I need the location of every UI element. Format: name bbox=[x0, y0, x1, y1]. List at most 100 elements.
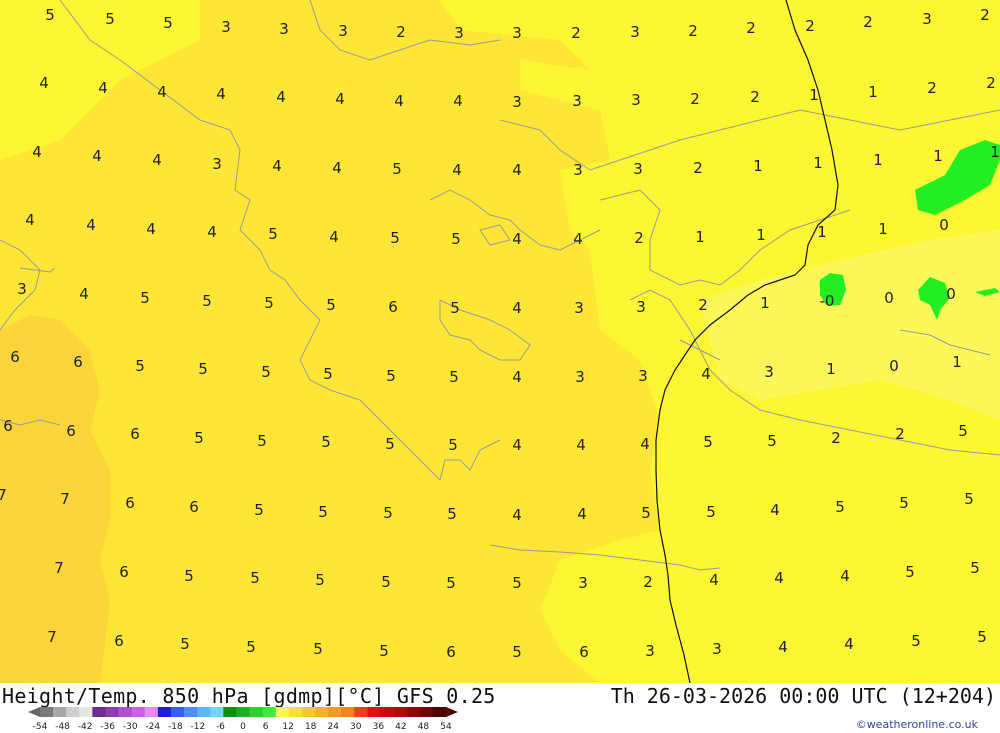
temperature-value: 3 bbox=[578, 574, 588, 592]
temperature-value: 4 bbox=[335, 90, 345, 108]
credit-link[interactable]: ©weatheronline.co.uk bbox=[856, 718, 978, 731]
legend-swatch bbox=[210, 707, 224, 717]
temperature-value: 5 bbox=[899, 494, 909, 512]
temperature-value: 1 bbox=[868, 83, 878, 101]
temperature-value: 4 bbox=[276, 88, 286, 106]
legend-swatch bbox=[275, 707, 290, 717]
temperature-value: 5 bbox=[381, 573, 391, 591]
color-scale-legend: -54 -48 -42 -36 -30 -24 -18 -12 -6 0 6 12 18 24 30 36 42… bbox=[28, 707, 458, 732]
temperature-value: 3 bbox=[631, 91, 641, 109]
legend-swatch bbox=[144, 707, 159, 717]
temperature-value: 4 bbox=[216, 85, 226, 103]
temperature-value: 4 bbox=[512, 230, 522, 248]
temperature-value: 6 bbox=[10, 348, 20, 366]
temperature-value: 2 bbox=[750, 88, 760, 106]
temperature-value: 5 bbox=[703, 433, 713, 451]
legend-tick-label: -42 bbox=[78, 722, 93, 732]
temperature-value: 5 bbox=[390, 229, 400, 247]
temperature-value: 4 bbox=[512, 299, 522, 317]
temperature-value: 4 bbox=[39, 74, 49, 92]
temperature-value: 5 bbox=[512, 574, 522, 592]
temperature-value: 3 bbox=[633, 160, 643, 178]
temperature-value: 4 bbox=[98, 79, 108, 97]
legend-swatch bbox=[170, 707, 185, 717]
legend-tick-label: 24 bbox=[327, 722, 339, 732]
temperature-value: 3 bbox=[573, 161, 583, 179]
temperature-value: 5 bbox=[318, 503, 328, 521]
temperature-value: 2 bbox=[396, 23, 406, 41]
temperature-map[interactable]: 5 5 5 3 3 3 2 3 3 2 3 2 2 2 2 3 2 4 4 4 4 4 4 4 4 3 3 3 2 2 1 1 2 2 4 4 4 3 4 4… bbox=[0, 0, 1000, 683]
temperature-value: 4 bbox=[146, 220, 156, 238]
temperature-value: 1 bbox=[756, 226, 766, 244]
temperature-value: 5 bbox=[964, 490, 974, 508]
temperature-value: 4 bbox=[152, 151, 162, 169]
temperature-value: 3 bbox=[454, 24, 464, 42]
legend-swatch bbox=[380, 707, 395, 717]
temperature-value: 4 bbox=[640, 435, 650, 453]
legend-swatch bbox=[288, 707, 303, 717]
temperature-value: 2 bbox=[980, 6, 990, 24]
temperature-value: 5 bbox=[105, 10, 115, 28]
temperature-value: 5 bbox=[512, 643, 522, 661]
legend-swatch bbox=[262, 707, 277, 717]
temperature-value: 5 bbox=[246, 638, 256, 656]
legend-swatch bbox=[118, 707, 133, 717]
temperature-value: 4 bbox=[770, 501, 780, 519]
temperature-value: 5 bbox=[451, 230, 461, 248]
temperature-value: 5 bbox=[194, 429, 204, 447]
temperature-value: 3 bbox=[575, 368, 585, 386]
temperature-value: 3 bbox=[638, 367, 648, 385]
temperature-value: 2 bbox=[571, 24, 581, 42]
temperature-value: 6 bbox=[446, 643, 456, 661]
legend-swatch bbox=[354, 707, 368, 717]
temperature-value: 5 bbox=[446, 574, 456, 592]
temperature-value: 5 bbox=[135, 357, 145, 375]
temperature-value: 4 bbox=[573, 230, 583, 248]
temperature-value: 5 bbox=[268, 225, 278, 243]
temperature-value: 4 bbox=[512, 161, 522, 179]
temperature-value: 5 bbox=[257, 432, 267, 450]
temperature-value: 0 bbox=[884, 289, 894, 307]
temperature-value: 5 bbox=[326, 296, 336, 314]
temperature-value: 5 bbox=[767, 432, 777, 450]
temperature-value: 5 bbox=[641, 504, 651, 522]
temperature-value: 1 bbox=[760, 294, 770, 312]
temperature-value: 1 bbox=[952, 353, 962, 371]
temperature-value: 3 bbox=[630, 23, 640, 41]
legend-tick-label: 42 bbox=[395, 722, 406, 732]
legend-tick-label: -12 bbox=[191, 722, 206, 732]
temperature-value: 0 bbox=[946, 285, 956, 303]
legend-swatch bbox=[40, 707, 54, 717]
temperature-value: 6 bbox=[73, 353, 83, 371]
temperature-value: 4 bbox=[577, 505, 587, 523]
temperature-value: -0 bbox=[820, 292, 835, 310]
temperature-value: 5 bbox=[163, 14, 173, 32]
temperature-value: 2 bbox=[643, 573, 653, 591]
temperature-value: 2 bbox=[863, 13, 873, 31]
legend-swatch bbox=[66, 707, 80, 717]
temperature-value: 3 bbox=[712, 640, 722, 658]
temperature-value: 4 bbox=[452, 161, 462, 179]
temperature-value: 6 bbox=[189, 498, 199, 516]
temperature-value: 3 bbox=[572, 92, 582, 110]
temperature-value: 4 bbox=[774, 569, 784, 587]
forecast-datetime: Th 26-03-2026 00:00 UTC (12+204) bbox=[610, 684, 996, 708]
temperature-value: 6 bbox=[66, 422, 76, 440]
legend-swatch bbox=[197, 707, 211, 717]
temperature-value: 5 bbox=[977, 628, 987, 646]
temperature-value: 2 bbox=[690, 90, 700, 108]
temperature-value: 4 bbox=[840, 567, 850, 585]
temperature-value: 5 bbox=[261, 363, 271, 381]
temperature-value: 5 bbox=[140, 289, 150, 307]
temperature-value: 4 bbox=[709, 571, 719, 589]
temperature-value: 4 bbox=[778, 638, 788, 656]
temperature-value: 5 bbox=[385, 435, 395, 453]
temperature-value: 4 bbox=[576, 436, 586, 454]
legend-swatch bbox=[184, 707, 198, 717]
legend-swatch bbox=[223, 707, 237, 717]
temperature-value: 5 bbox=[264, 294, 274, 312]
temperature-value: 1 bbox=[753, 157, 763, 175]
legend-tick-label: -48 bbox=[55, 722, 70, 732]
legend-swatch bbox=[393, 707, 408, 717]
temperature-value: 6 bbox=[3, 417, 13, 435]
